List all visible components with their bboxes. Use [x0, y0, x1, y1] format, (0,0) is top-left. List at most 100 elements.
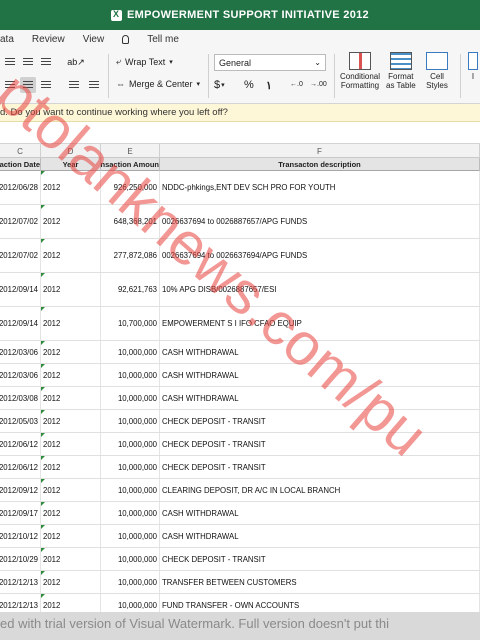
cell-date[interactable]: 2012/09/14 [0, 307, 41, 340]
decrease-indent-button[interactable] [66, 77, 82, 93]
cell-description[interactable]: CASH WITHDRAWAL [160, 341, 480, 363]
tab-view[interactable]: View [83, 34, 105, 45]
format-as-table-button[interactable]: Format as Table [386, 52, 416, 90]
cell-amount[interactable]: 10,000,000 [101, 364, 160, 386]
cell-amount[interactable]: 10,000,000 [101, 387, 160, 409]
cell-description[interactable]: 10% APG DISB/0026887657/ESI [160, 273, 480, 306]
cell-description[interactable]: CASH WITHDRAWAL [160, 502, 480, 524]
header-transaction-date[interactable]: action Date [0, 158, 41, 171]
cell-year[interactable]: 2012 [41, 456, 101, 478]
column-header-f[interactable]: F [160, 144, 480, 158]
align-top-button[interactable] [2, 54, 18, 70]
cell-date[interactable]: 2012/06/28 [0, 171, 41, 204]
tell-me-box[interactable]: Tell me [122, 34, 197, 45]
cell-amount[interactable]: 10,000,000 [101, 571, 160, 593]
cell-year[interactable]: 2012 [41, 171, 101, 204]
cell-year[interactable]: 2012 [41, 571, 101, 593]
cell-description[interactable]: NDDC-phkings,ENT DEV SCH PRO FOR YOUTH [160, 171, 480, 204]
cell-description[interactable]: TRANSFER BETWEEN CUSTOMERS [160, 571, 480, 593]
cell-date[interactable]: 2012/12/13 [0, 594, 41, 612]
cell-description[interactable]: CASH WITHDRAWAL [160, 525, 480, 547]
cell-description[interactable]: FUND TRANSFER - OWN ACCOUNTS [160, 594, 480, 612]
cell-date[interactable]: 2012/07/02 [0, 239, 41, 272]
cell-amount[interactable]: 10,000,000 [101, 525, 160, 547]
cell-description[interactable]: 0026637694 to 0026637694/APG FUNDS [160, 239, 480, 272]
cell-amount[interactable]: 277,872,086 [101, 239, 160, 272]
cell-date[interactable]: 2012/06/12 [0, 456, 41, 478]
conditional-formatting-button[interactable]: Conditional Formatting [340, 52, 380, 90]
cell-amount[interactable]: 10,000,000 [101, 410, 160, 432]
cell-amount[interactable]: 10,000,000 [101, 456, 160, 478]
cell-description[interactable]: CASH WITHDRAWAL [160, 387, 480, 409]
tab-data[interactable]: ata [0, 34, 14, 45]
cell-year[interactable]: 2012 [41, 341, 101, 363]
comma-style-button[interactable]: ١ [266, 79, 272, 92]
cell-date[interactable]: 2012/10/29 [0, 548, 41, 570]
cell-year[interactable]: 2012 [41, 479, 101, 501]
cell-date[interactable]: 2012/03/06 [0, 364, 41, 386]
cell-date[interactable]: 2012/06/12 [0, 433, 41, 455]
cell-description[interactable]: EMPOWERMENT S I IFO CFAO EQUIP [160, 307, 480, 340]
cell-description[interactable]: CHECK DEPOSIT - TRANSIT [160, 433, 480, 455]
cell-year[interactable]: 2012 [41, 548, 101, 570]
tab-review[interactable]: Review [32, 34, 65, 45]
cell-amount[interactable]: 10,000,000 [101, 433, 160, 455]
cell-year[interactable]: 2012 [41, 205, 101, 238]
cell-styles-button[interactable]: Cell Styles [426, 52, 448, 90]
column-header-e[interactable]: E [101, 144, 160, 158]
increase-indent-button[interactable] [86, 77, 102, 93]
percent-button[interactable]: % [244, 79, 254, 91]
cell-year[interactable]: 2012 [41, 239, 101, 272]
decrease-decimal-button[interactable]: →.00 [310, 81, 327, 88]
cell-year[interactable]: 2012 [41, 502, 101, 524]
column-header-d[interactable]: D [41, 144, 101, 158]
insert-button[interactable]: I [468, 52, 478, 81]
cell-date[interactable]: 2012/09/14 [0, 273, 41, 306]
cell-amount[interactable]: 10,000,000 [101, 502, 160, 524]
cell-description[interactable]: 0026637694 to 0026887657/APG FUNDS [160, 205, 480, 238]
increase-decimal-button[interactable]: ←.0 [290, 81, 303, 88]
align-middle-button[interactable] [20, 54, 36, 70]
cell-date[interactable]: 2012/03/08 [0, 387, 41, 409]
cell-description[interactable]: CHECK DEPOSIT - TRANSIT [160, 410, 480, 432]
cell-amount[interactable]: 648,368,201 [101, 205, 160, 238]
header-transaction-amount[interactable]: ransaction Amoun [101, 158, 160, 171]
cell-description[interactable]: CHECK DEPOSIT - TRANSIT [160, 456, 480, 478]
cell-date[interactable]: 2012/07/02 [0, 205, 41, 238]
cell-date[interactable]: 2012/09/12 [0, 479, 41, 501]
cell-date[interactable]: 2012/09/17 [0, 502, 41, 524]
align-right-button[interactable] [38, 77, 54, 93]
cell-amount[interactable]: 10,000,000 [101, 341, 160, 363]
cell-amount[interactable]: 10,000,000 [101, 594, 160, 612]
cell-amount[interactable]: 10,000,000 [101, 479, 160, 501]
cell-date[interactable]: 2012/12/13 [0, 571, 41, 593]
cell-description[interactable]: CASH WITHDRAWAL [160, 364, 480, 386]
cell-description[interactable]: CLEARING DEPOSIT, DR A/C IN LOCAL BRANCH [160, 479, 480, 501]
cell-amount[interactable]: 10,000,000 [101, 548, 160, 570]
merge-center-button[interactable]: ⇔ Merge & Center ▾ [116, 79, 200, 89]
cell-year[interactable]: 2012 [41, 433, 101, 455]
cell-year[interactable]: 2012 [41, 364, 101, 386]
cell-date[interactable]: 2012/05/03 [0, 410, 41, 432]
cell-date[interactable]: 2012/03/06 [0, 341, 41, 363]
align-left-button[interactable] [2, 77, 18, 93]
cell-date[interactable]: 2012/10/12 [0, 525, 41, 547]
cell-description[interactable]: CHECK DEPOSIT - TRANSIT [160, 548, 480, 570]
cell-amount[interactable]: 10,700,000 [101, 307, 160, 340]
cell-year[interactable]: 2012 [41, 273, 101, 306]
column-header-c[interactable]: C [0, 144, 41, 158]
cell-year[interactable]: 2012 [41, 307, 101, 340]
cell-year[interactable]: 2012 [41, 594, 101, 612]
orientation-button[interactable]: ab↗ [67, 54, 85, 70]
currency-button[interactable]: $ ▾ [214, 79, 225, 91]
cell-year[interactable]: 2012 [41, 387, 101, 409]
header-year[interactable]: Year [41, 158, 101, 171]
cell-amount[interactable]: 92,621,763 [101, 273, 160, 306]
align-center-button[interactable] [20, 77, 36, 93]
align-bottom-button[interactable] [38, 54, 54, 70]
number-format-select[interactable]: General ⌄ [214, 54, 326, 71]
wrap-text-button[interactable]: ⤶ Wrap Text ▾ [116, 56, 173, 67]
formula-bar[interactable] [0, 122, 480, 144]
cell-amount[interactable]: 926,250,000 [101, 171, 160, 204]
cell-year[interactable]: 2012 [41, 525, 101, 547]
